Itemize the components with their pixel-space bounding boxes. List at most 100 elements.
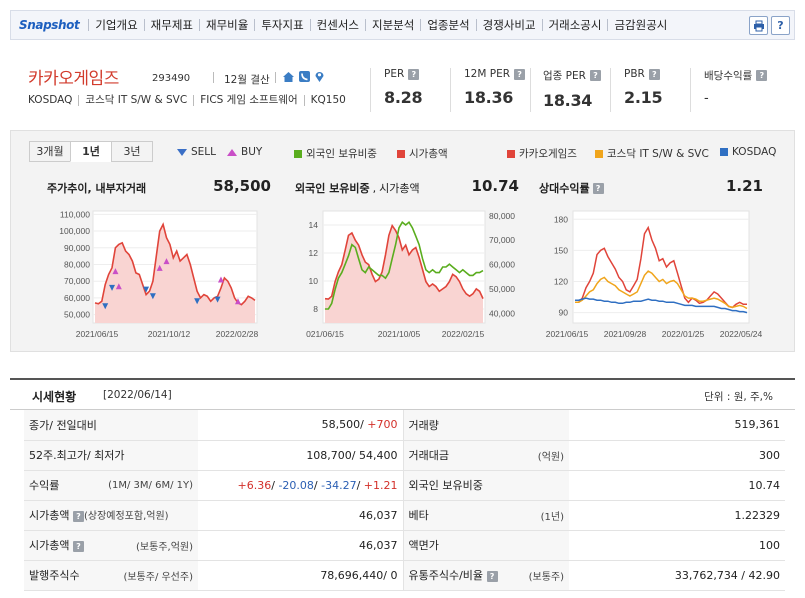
table-cell: 300	[569, 440, 785, 471]
sell-marker-icon	[177, 148, 187, 156]
divider	[530, 68, 531, 112]
home-icon[interactable]	[282, 70, 295, 87]
chart-area: 3개월 1년 3년 SELL BUY 외국인 보유비중 시가총액 카카오게임즈 …	[10, 130, 795, 352]
table-cell: +6.36/ -20.08/ -34.27/ +1.21	[198, 470, 404, 501]
metric-dividend-yield: 배당수익률? -	[704, 68, 768, 106]
help-icon[interactable]: ?	[486, 571, 498, 582]
metric-sector-per: 업종 PER? 18.34	[543, 68, 601, 110]
help-icon[interactable]: ?	[72, 511, 84, 522]
table-row: 시가총액 ? (상장예정포함,억원) 46,037 베타 (1년) 1.22329	[24, 500, 785, 531]
y-tick-label-left: 10	[309, 276, 319, 286]
table-cell: 100	[569, 530, 785, 561]
y-tick-label: 80,000	[64, 259, 90, 269]
company-name: 카카오게임즈	[28, 69, 119, 89]
table-cell: 519,361	[569, 410, 785, 441]
legend-company: 카카오게임즈	[507, 146, 577, 161]
row-sublabel: (보통주/ 우선주)	[123, 571, 193, 583]
x-tick-label: 2021/10/12	[148, 329, 191, 339]
table-cell: 거래량	[403, 410, 569, 441]
row-label: 액면가	[408, 539, 439, 552]
tab-1y[interactable]: 1년	[70, 141, 112, 162]
legend-swatch	[595, 149, 603, 158]
nav-item-investment-indicators[interactable]: 투자지표	[254, 19, 309, 31]
nav-item-shareholding[interactable]: 지분분석	[364, 19, 420, 31]
market-status-header: 시세현황 [2022/06/14] 단위 : 원, 주,%	[10, 378, 795, 410]
help-icon[interactable]: ?	[771, 16, 790, 35]
divider	[610, 68, 611, 112]
y-tick-label-right: 40,000	[489, 308, 515, 318]
table-cell: 46,037	[198, 500, 404, 531]
chart-value: 58,500	[213, 177, 271, 195]
location-icon[interactable]	[314, 70, 325, 87]
row-sublabel: (1년)	[540, 511, 564, 523]
legend-sell: SELL	[177, 146, 216, 158]
stock-code: 293490	[152, 73, 191, 84]
phone-icon[interactable]	[298, 70, 311, 87]
nav-item-exchange-disclosure[interactable]: 거래소공시	[541, 19, 608, 31]
table-cell: 시가총액 ? (보통주,억원)	[24, 530, 198, 561]
table-cell: 수익률 (1M/ 3M/ 6M/ 1Y)	[24, 470, 198, 501]
tab-3y[interactable]: 3년	[111, 141, 153, 162]
divider	[450, 68, 451, 112]
help-icon[interactable]: ?	[514, 68, 526, 80]
y-tick-label: 70,000	[64, 276, 90, 286]
price-chart-panel: 주가추이, 내부자거래 58,500 110,000 100,000 90,000 8…	[39, 171, 279, 346]
x-tick-label: 2022/02/28	[216, 329, 259, 339]
legend-label: 시가총액	[409, 148, 448, 160]
y-tick-label-right: 80,000	[489, 211, 515, 221]
section-date: [2022/06/14]	[103, 389, 172, 401]
table-cell: 46,037	[198, 530, 404, 561]
nav-item-peer-comparison[interactable]: 경쟁사비교	[475, 19, 542, 31]
row-label: 수익률	[29, 479, 60, 492]
top-nav: Snapshot 기업개요 재무제표 재무비율 투자지표 컨센서스 지분분석 업…	[10, 10, 795, 40]
table-row: 시가총액 ? (보통주,억원) 46,037 액면가 100	[24, 530, 785, 561]
quote-table: 종가/ 전일대비 58,500/ +700 거래량 519,361 52주.최고…	[24, 410, 785, 591]
plot-area	[572, 210, 750, 324]
help-icon[interactable]: ?	[648, 68, 660, 80]
table-cell: 외국인 보유비중	[403, 470, 569, 501]
price-chart: 110,000 100,000 90,000 80,000 70,000 60,000 50…	[59, 209, 259, 339]
mcap-value: 46,037	[359, 508, 398, 522]
table-row: 52주.최고가/ 최저가 108,700/ 54,400 거래대금 (억원) 30…	[24, 440, 785, 471]
chart-subtitle: 시가총액	[379, 182, 420, 195]
metric-value: 18.34	[543, 91, 593, 110]
legend-swatch	[294, 149, 302, 158]
help-icon[interactable]: ?	[592, 182, 604, 194]
legend-buy: BUY	[227, 146, 262, 158]
foreign-mcap-chart: 14 12 10 8 80,000 70,000 60,000 50,000 40,000 021…	[306, 210, 515, 339]
snapshot-tab[interactable]: Snapshot	[11, 18, 88, 32]
y-tick-label: 180	[554, 214, 568, 224]
help-icon[interactable]: ?	[756, 70, 768, 81]
nav-item-industry-analysis[interactable]: 업종분석	[420, 19, 475, 31]
nav-item-financial-statements[interactable]: 재무제표	[143, 19, 199, 31]
metric-label: PER	[384, 68, 405, 80]
nav-item-fss-disclosure[interactable]: 금감원공시	[607, 19, 673, 31]
y-tick-label: 90,000	[64, 243, 90, 253]
metric-value: 8.28	[384, 88, 423, 107]
table-cell: 108,700/ 54,400	[198, 440, 404, 471]
y-tick-label: 100,000	[59, 226, 90, 236]
fiscal-month: 12월 결산	[224, 74, 270, 86]
table-cell: 10.74	[569, 470, 785, 501]
tab-3m[interactable]: 3개월	[29, 141, 71, 162]
help-icon[interactable]: ?	[408, 68, 420, 80]
float-value: 33,762,734 / 42.90	[674, 568, 780, 582]
table-cell: 58,500/ +700	[198, 410, 404, 441]
legend-foreign-ownership: 외국인 보유비중	[294, 146, 377, 161]
nav-item-financial-ratios[interactable]: 재무비율	[199, 19, 254, 31]
legend-label: BUY	[241, 146, 263, 158]
help-icon[interactable]: ?	[72, 541, 84, 552]
help-icon[interactable]: ?	[589, 70, 601, 81]
legend-swatch	[507, 149, 515, 158]
table-cell: 베타 (1년)	[403, 500, 569, 531]
legend-swatch	[397, 149, 405, 158]
nav-item-company-overview[interactable]: 기업개요	[88, 19, 143, 31]
row-sublabel: (보통주,억원)	[136, 541, 193, 553]
row-label: 52주.최고가/ 최저가	[29, 449, 125, 462]
legend-label: KOSDAQ	[732, 146, 777, 158]
par-value: 100	[759, 538, 780, 552]
y-tick-label-right: 70,000	[489, 235, 515, 245]
table-cell: 78,696,440/ 0	[198, 560, 404, 591]
printer-icon[interactable]	[749, 16, 768, 35]
nav-item-consensus[interactable]: 컨센서스	[309, 19, 365, 31]
